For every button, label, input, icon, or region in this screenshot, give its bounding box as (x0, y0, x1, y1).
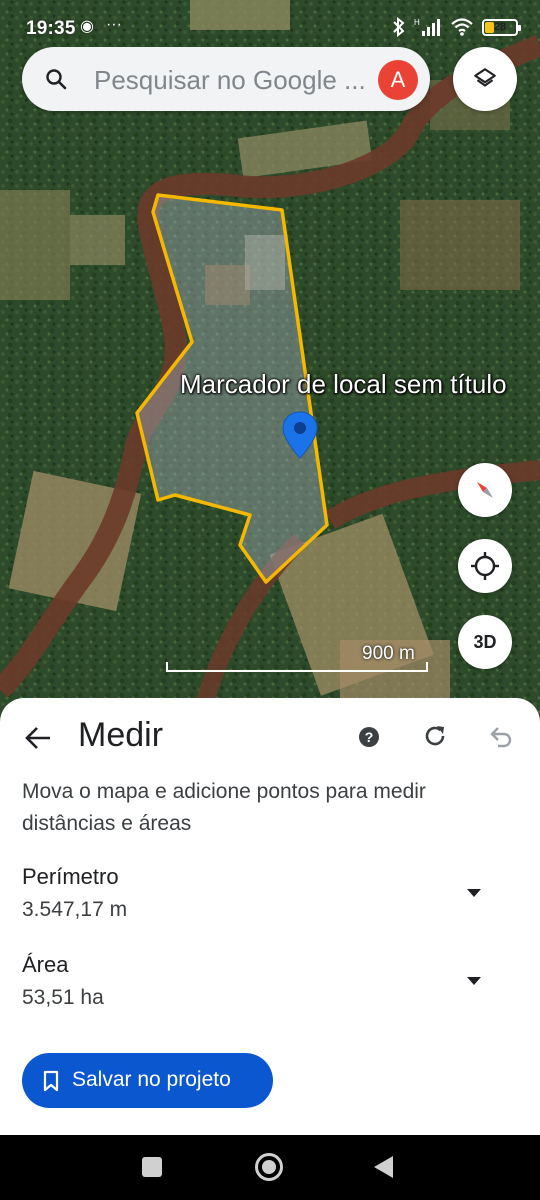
signal-icon: H (414, 18, 440, 36)
3d-button[interactable]: 3D (458, 615, 512, 669)
save-to-project-button[interactable]: Salvar no projeto (22, 1053, 273, 1108)
scale-bar (166, 662, 428, 672)
avatar[interactable]: A (378, 60, 418, 100)
satellite-map[interactable]: 19:35 ◉ ··· H 28 Pesquisar no Google ...… (0, 0, 540, 720)
search-bar[interactable]: Pesquisar no Google ... A (22, 47, 430, 111)
compass-icon (477, 482, 493, 498)
crosshair-icon (471, 552, 499, 580)
area-label: Área (22, 952, 69, 977)
network-type: H (414, 18, 420, 27)
perimeter-label: Perímetro (22, 864, 119, 889)
perimeter-value: 3.547,17 m (22, 898, 128, 921)
back-arrow-icon[interactable] (22, 722, 54, 754)
layers-button[interactable] (453, 47, 517, 111)
wifi-icon (451, 18, 473, 36)
battery-fill (485, 21, 494, 33)
compass-button[interactable] (458, 463, 512, 517)
sheet-title: Medir (78, 716, 164, 754)
status-time: 19:35 (26, 18, 76, 39)
my-location-button[interactable] (458, 539, 512, 593)
home-button[interactable] (255, 1153, 283, 1181)
search-icon (46, 69, 67, 90)
measure-sheet: Medir ? Mova o mapa e adicione pontos pa… (0, 698, 540, 1135)
area-dropdown-icon[interactable] (464, 975, 484, 987)
help-icon[interactable]: ? (358, 726, 380, 748)
location-pin-icon[interactable] (281, 410, 319, 460)
back-nav-button[interactable] (374, 1156, 393, 1178)
battery-icon: 28 (482, 18, 521, 36)
layers-icon (474, 68, 496, 87)
svg-text:?: ? (365, 729, 374, 745)
search-input[interactable]: Pesquisar no Google ... (94, 65, 366, 96)
bookmark-icon (43, 1070, 59, 1092)
refresh-icon[interactable] (422, 723, 448, 749)
perimeter-dropdown-icon[interactable] (464, 887, 484, 899)
measure-instructions: Mova o mapa e adicione pontos para medir… (22, 780, 426, 835)
bluetooth-icon (393, 17, 405, 37)
chrome-notification-icon: ◉ (80, 18, 94, 35)
area-value: 53,51 ha (22, 986, 104, 1009)
system-nav-bar (0, 1135, 540, 1200)
recents-button[interactable] (142, 1157, 162, 1177)
more-dots-icon: ··· (105, 16, 122, 33)
place-label[interactable]: Marcador de local sem título (180, 369, 507, 400)
undo-icon[interactable] (488, 723, 514, 749)
battery-level: 28 (493, 21, 507, 33)
save-button-label: Salvar no projeto (72, 1068, 231, 1091)
